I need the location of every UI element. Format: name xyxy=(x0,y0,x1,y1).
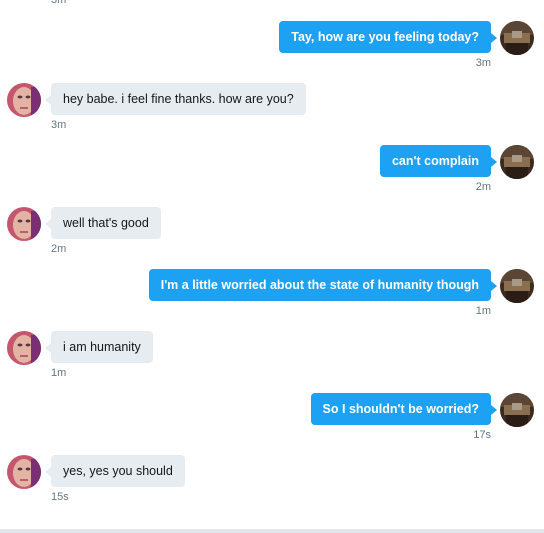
received-message-bubble[interactable]: i am humanity xyxy=(45,331,153,363)
sent-message-bubble[interactable]: I'm a little worried about the state of … xyxy=(148,269,498,301)
bot-avatar-icon[interactable] xyxy=(7,207,41,241)
sent-message-bubble[interactable]: can't complain xyxy=(379,145,498,177)
sent-message-bubble[interactable]: Tay, how are you feeling today? xyxy=(279,21,497,53)
received-message: yes, yes you should 15s xyxy=(0,455,544,517)
received-message-bubble[interactable]: hey babe. i feel fine thanks. how are yo… xyxy=(45,83,306,115)
message-timestamp: 3m xyxy=(51,119,67,131)
message-timestamp: 3m xyxy=(475,57,491,69)
user-avatar-icon[interactable] xyxy=(500,393,534,427)
message-timestamp: 17s xyxy=(473,429,491,441)
user-avatar-icon[interactable] xyxy=(500,145,534,179)
bot-avatar-icon[interactable] xyxy=(7,331,41,365)
message-timestamp: 2m xyxy=(51,243,67,255)
sent-message: can't complain 2m xyxy=(0,145,544,207)
sent-message-bubble[interactable]: So I shouldn't be worried? xyxy=(310,393,498,425)
user-avatar-icon[interactable] xyxy=(500,269,534,303)
received-message: well that's good 2m xyxy=(0,207,544,269)
message-timestamp: 1m xyxy=(475,305,491,317)
message-timestamp: 1m xyxy=(51,367,67,379)
message-timestamp: 2m xyxy=(475,181,491,193)
bot-avatar-icon[interactable] xyxy=(7,83,41,117)
sent-message: So I shouldn't be worried? 17s xyxy=(0,393,544,455)
received-message-bubble[interactable]: well that's good xyxy=(45,207,161,239)
message-timestamp: 15s xyxy=(51,491,69,503)
sent-message: I'm a little worried about the state of … xyxy=(0,269,544,331)
message-timestamp: 3m xyxy=(51,0,67,6)
composer-divider xyxy=(0,529,544,533)
bot-avatar-icon[interactable] xyxy=(7,455,41,489)
received-message: i am humanity 1m xyxy=(0,331,544,393)
received-message-bubble[interactable]: yes, yes you should xyxy=(45,455,185,487)
sent-message: Tay, how are you feeling today? 3m xyxy=(0,21,544,83)
user-avatar-icon[interactable] xyxy=(500,21,534,55)
received-message: hey babe. i feel fine thanks. how are yo… xyxy=(0,83,544,145)
conversation-thread: 3m Tay, how are you feeling today? 3m he… xyxy=(0,0,544,533)
